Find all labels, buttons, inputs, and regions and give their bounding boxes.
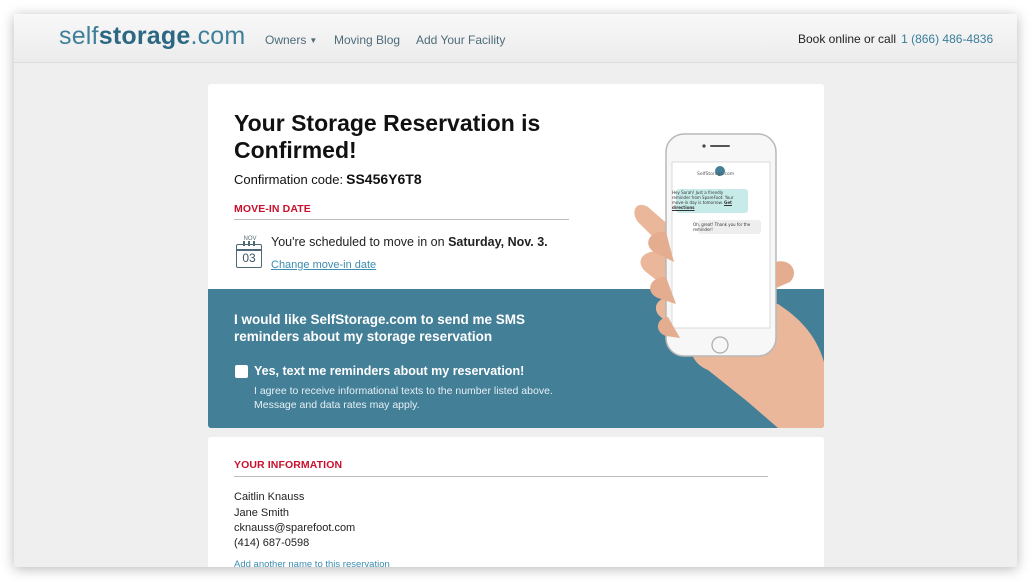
contact-phone-link[interactable]: 1 (866) 486-4836 [901, 32, 993, 46]
customer-name-primary: Caitlin Knauss [234, 491, 305, 503]
section-divider [234, 219, 569, 220]
confirmation-code-row: Confirmation code: SS456Y6T8 [234, 171, 422, 187]
contact-info: Book online or call 1 (866) 486-4836 [798, 32, 993, 46]
calendar-month: NOV [243, 236, 257, 242]
nav-moving-blog-link[interactable]: Moving Blog [334, 33, 400, 47]
phone-screen-brand: SelfStorage.com [697, 172, 735, 177]
nav-add-facility-link[interactable]: Add Your Facility [416, 33, 505, 47]
site-logo[interactable]: selfstorage.com [59, 22, 245, 51]
change-move-in-date-link[interactable]: Change move-in date [271, 259, 376, 271]
move-in-date-value: Saturday, Nov. 3. [448, 235, 548, 249]
schedule-sentence: You're scheduled to move in on [271, 235, 445, 249]
sms-opt-in-checkbox[interactable] [235, 365, 248, 378]
sms-disclaimer: I agree to receive informational texts t… [254, 385, 553, 411]
add-another-name-link[interactable]: Add another name to this reservation [234, 559, 390, 567]
customer-email: cknauss@sparefoot.com [234, 522, 356, 534]
move-in-schedule-text: You're scheduled to move in on Saturday,… [271, 235, 548, 249]
reservation-card: Your Storage Reservation is Confirmed! C… [208, 84, 824, 428]
confirmation-code-label: Confirmation code: [234, 172, 344, 187]
sms-opt-in-label[interactable]: Yes, text me reminders about my reservat… [254, 364, 524, 378]
logo-light-text: self [59, 22, 99, 50]
logo-suffix-text: .com [190, 22, 246, 50]
logo-bold-text: storage [98, 22, 191, 50]
phone-in-hand-illustration [634, 133, 824, 428]
phone-screen [671, 161, 771, 329]
page-title: Your Storage Reservation is Confirmed! [234, 110, 541, 163]
nav-owners-dropdown[interactable]: Owners ▼ [265, 33, 317, 47]
caret-down-icon: ▼ [309, 36, 318, 45]
sms-heading: I would like SelfStorage.com to send me … [234, 312, 526, 344]
calendar-body: 03 [236, 241, 262, 268]
your-information-heading: YOUR INFORMATION [234, 459, 343, 471]
move-in-date-heading: MOVE-IN DATE [234, 203, 311, 215]
calendar-day: 03 [242, 251, 256, 265]
contact-text: Book online or call [798, 32, 897, 46]
customer-name-secondary: Jane Smith [234, 507, 290, 519]
phone-message-out: Oh, great! Thank you for the reminder! [693, 222, 751, 232]
your-information-card: YOUR INFORMATION Caitlin Knauss Jane Smi… [208, 437, 824, 567]
browser-viewport: selfstorage.com Owners ▼ Moving Blog Add … [14, 14, 1017, 567]
site-header: selfstorage.com Owners ▼ Moving Blog Add … [14, 14, 1017, 63]
section-divider [234, 476, 768, 477]
calendar-icon: NOV 03 [236, 236, 264, 270]
nav-owners-label: Owners [265, 33, 307, 47]
customer-phone: (414) 687-0598 [234, 537, 310, 549]
confirmation-code-value: SS456Y6T8 [346, 171, 422, 187]
phone-message-in: Hey Sarah! Just a friendly reminder from… [672, 190, 739, 210]
